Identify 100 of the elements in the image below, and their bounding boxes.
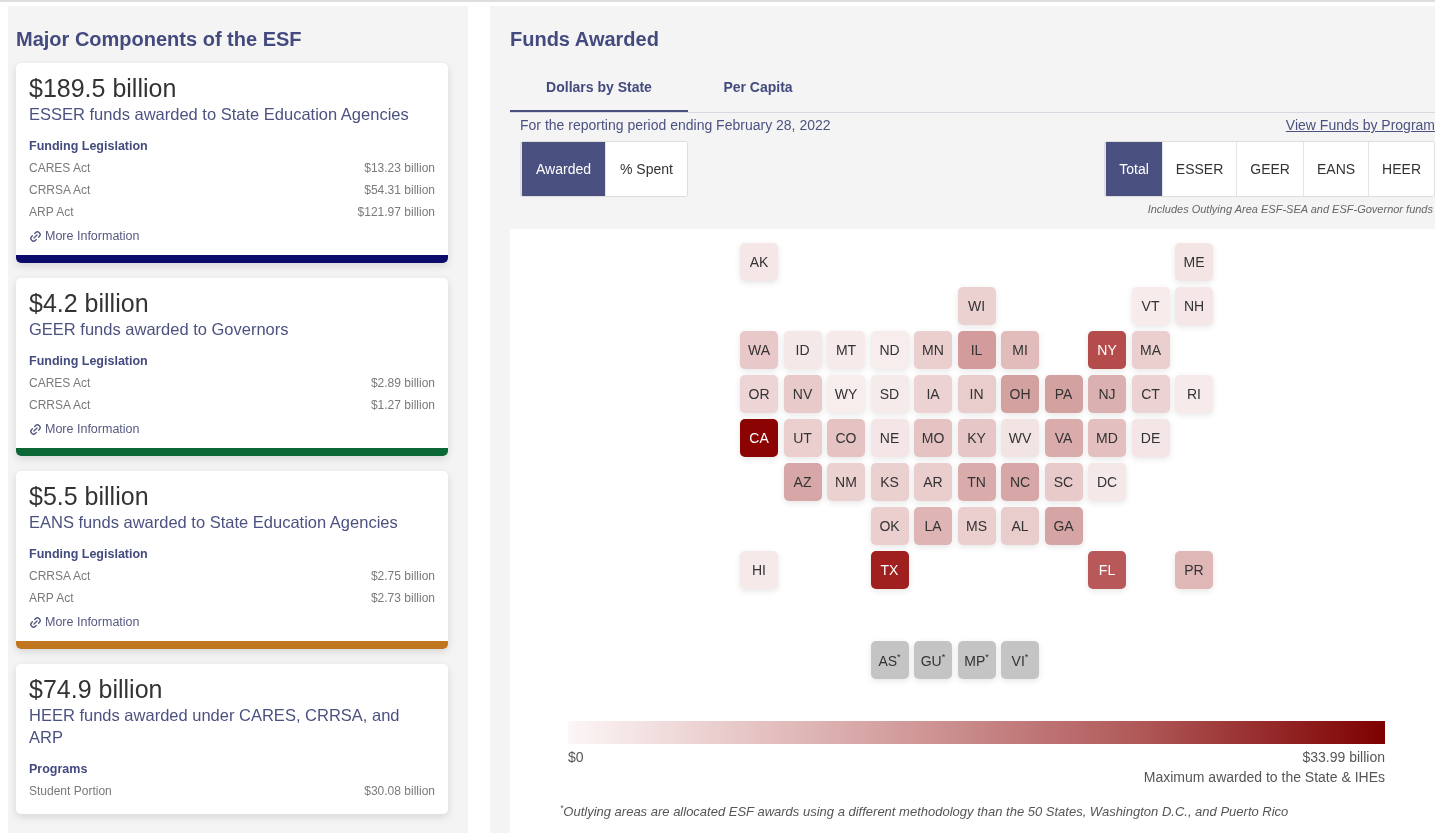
state-tile[interactable]: OK bbox=[870, 507, 909, 545]
state-tile[interactable]: WA bbox=[740, 331, 778, 369]
panel-title: Major Components of the ESF bbox=[16, 28, 303, 51]
card-description: EANS funds awarded to State Education Agencies bbox=[29, 512, 399, 533]
tab[interactable]: Per Capita bbox=[688, 65, 828, 112]
row-label: CRRSA Act bbox=[29, 568, 91, 585]
state-tile[interactable]: IL bbox=[957, 331, 996, 369]
state-tile[interactable]: OH bbox=[1001, 375, 1039, 413]
section-heading: Funding Legislation bbox=[29, 547, 149, 561]
state-tile[interactable]: MD bbox=[1088, 419, 1126, 457]
state-tile[interactable]: AS$^{*}$ bbox=[870, 641, 909, 679]
row-label: CRRSA Act bbox=[29, 182, 91, 199]
state-tile[interactable]: LA bbox=[914, 507, 952, 545]
row-label: Student Portion bbox=[29, 783, 112, 800]
state-tile[interactable]: HI bbox=[740, 551, 778, 589]
more-info-link[interactable]: More Information bbox=[29, 615, 140, 629]
state-tile[interactable]: AL bbox=[1001, 507, 1039, 545]
row-value: $54.31 billion bbox=[364, 182, 435, 199]
state-tile[interactable]: OR bbox=[740, 375, 778, 413]
state-tile[interactable]: NJ bbox=[1088, 375, 1126, 413]
state-tile[interactable]: TX bbox=[870, 551, 909, 589]
state-tile[interactable]: VT bbox=[1131, 287, 1170, 325]
state-tile[interactable]: MP$^{*}$ bbox=[957, 641, 996, 679]
state-tile[interactable]: RI bbox=[1175, 375, 1213, 413]
state-tile[interactable]: MO bbox=[914, 419, 952, 457]
row-label: ARP Act bbox=[29, 590, 74, 607]
state-tile[interactable]: UT bbox=[783, 419, 822, 457]
state-tile[interactable]: NE bbox=[870, 419, 909, 457]
state-tile[interactable]: NH bbox=[1175, 287, 1213, 325]
state-tile[interactable]: WI bbox=[957, 287, 996, 325]
more-info-link[interactable]: More Information bbox=[29, 422, 140, 436]
state-tile[interactable]: CA bbox=[740, 419, 778, 457]
state-tile[interactable]: NV bbox=[783, 375, 822, 413]
state-tile[interactable]: AR bbox=[914, 463, 952, 501]
row-value: $2.89 billion bbox=[370, 375, 435, 392]
state-tile[interactable]: GU$^{*}$ bbox=[914, 641, 952, 679]
section-heading: Programs bbox=[29, 762, 89, 776]
state-tile[interactable]: DC bbox=[1088, 463, 1126, 501]
state-tile[interactable]: VI$^{*}$ bbox=[1001, 641, 1039, 679]
state-tile[interactable]: DE bbox=[1131, 419, 1170, 457]
toggle-button[interactable]: Total bbox=[1105, 142, 1162, 196]
state-tile[interactable]: CT bbox=[1131, 375, 1170, 413]
amount: $5.5 billion bbox=[29, 481, 150, 511]
state-tile[interactable]: WY bbox=[827, 375, 865, 413]
amount: $74.9 billion bbox=[29, 674, 164, 704]
amount: $189.5 billion bbox=[29, 73, 178, 103]
state-tile[interactable]: MI bbox=[1001, 331, 1039, 369]
row-label: CRRSA Act bbox=[29, 397, 91, 414]
state-tile[interactable]: SD bbox=[870, 375, 909, 413]
state-tile[interactable]: TN bbox=[957, 463, 996, 501]
state-tile[interactable]: ID bbox=[783, 331, 822, 369]
state-tile[interactable]: WV bbox=[1001, 419, 1039, 457]
section-heading: Funding Legislation bbox=[29, 354, 149, 368]
card-description: ESSER funds awarded to State Education Agencies bbox=[29, 104, 410, 125]
state-tile[interactable]: ND bbox=[870, 331, 909, 369]
state-tile[interactable]: NY bbox=[1088, 331, 1126, 369]
state-tile[interactable]: MS bbox=[957, 507, 996, 545]
state-tile[interactable]: MT bbox=[827, 331, 865, 369]
row-value: $30.08 billion bbox=[364, 783, 435, 800]
more-info-link[interactable]: More Information bbox=[29, 229, 140, 243]
row-value: $2.75 billion bbox=[370, 568, 435, 585]
state-tile[interactable]: SC bbox=[1044, 463, 1083, 501]
state-tile[interactable]: IA bbox=[914, 375, 952, 413]
state-tile[interactable]: VA bbox=[1044, 419, 1083, 457]
state-tile[interactable]: KY bbox=[957, 419, 996, 457]
period-text: For the reporting period ending February 28, 2022 bbox=[520, 117, 831, 133]
scale-max: $33.99 billion bbox=[1302, 749, 1385, 765]
section-heading: Funding Legislation bbox=[29, 139, 149, 153]
state-tile[interactable]: PR bbox=[1175, 551, 1213, 589]
state-tile[interactable]: AZ bbox=[783, 463, 822, 501]
state-tile[interactable]: AK bbox=[740, 243, 778, 281]
state-tile[interactable]: MA bbox=[1131, 331, 1170, 369]
row-value: $1.27 billion bbox=[370, 397, 435, 414]
state-tile[interactable]: NC bbox=[1001, 463, 1039, 501]
card-description: HEER funds awarded under CARES, CRRSA, and ARP bbox=[29, 705, 401, 748]
state-tile[interactable]: FL bbox=[1088, 551, 1126, 589]
toggle-button[interactable]: Awarded bbox=[521, 142, 605, 196]
state-tile[interactable]: PA bbox=[1044, 375, 1083, 413]
state-tile[interactable]: NM bbox=[827, 463, 865, 501]
row-value: $2.73 billion bbox=[370, 590, 435, 607]
tab[interactable]: Dollars by State bbox=[510, 65, 688, 112]
state-tile[interactable]: GA bbox=[1044, 507, 1083, 545]
toggle-button[interactable]: % Spent bbox=[605, 142, 687, 196]
footnote: $^{*}$Outlying areas are allocated ESF awards using a different methodology than the 50 States, Washington D.C., and Puerto Rico bbox=[560, 803, 1290, 820]
row-label: CARES Act bbox=[29, 375, 91, 392]
state-tile[interactable]: IN bbox=[957, 375, 996, 413]
program-link[interactable]: View Funds by Program bbox=[1285, 117, 1435, 133]
row-label: ARP Act bbox=[29, 204, 74, 221]
state-tile[interactable]: CO bbox=[827, 419, 865, 457]
row-label: CARES Act bbox=[29, 160, 91, 177]
row-value: $13.23 billion bbox=[364, 160, 435, 177]
state-tile[interactable]: ME bbox=[1175, 243, 1213, 281]
scale-min: $0 bbox=[568, 749, 584, 765]
amount: $4.2 billion bbox=[29, 288, 150, 318]
program-note: Includes Outlying Area ESF-SEA and ESF-Governor funds bbox=[1146, 203, 1433, 215]
state-tile[interactable]: KS bbox=[870, 463, 909, 501]
toggle-button[interactable]: HEER bbox=[1368, 142, 1434, 196]
row-value: $121.97 billion bbox=[357, 204, 435, 221]
panel-title: Funds Awarded bbox=[510, 28, 660, 51]
state-tile[interactable]: MN bbox=[914, 331, 952, 369]
